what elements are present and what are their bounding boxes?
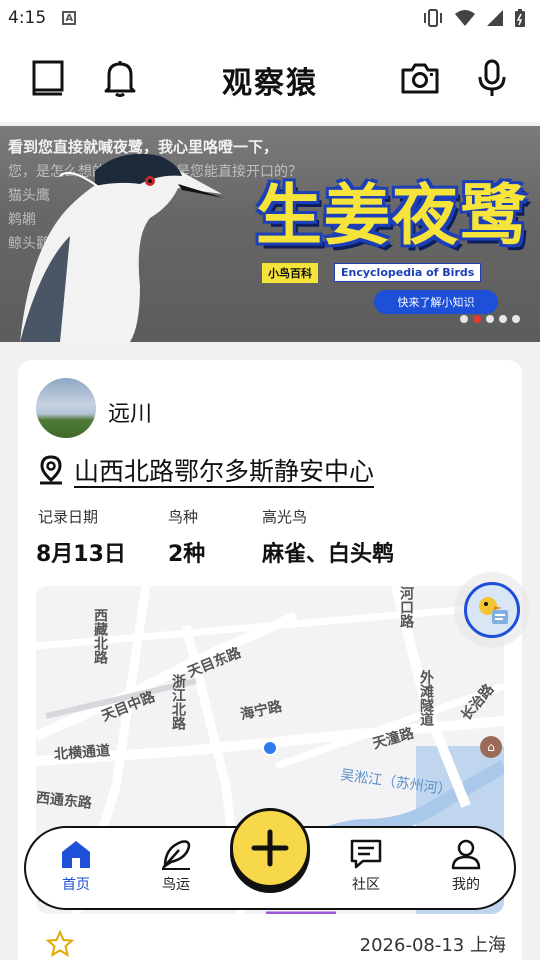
app-header: 观察猿 — [0, 36, 540, 122]
nav-birding-label: 鸟运 — [162, 877, 190, 893]
avatar[interactable] — [36, 378, 96, 438]
museum-poi-icon[interactable]: ⌂ — [480, 736, 502, 758]
banner-cta-button[interactable]: 快来了解小知识 — [374, 290, 498, 314]
nav-home-label: 首页 — [62, 877, 90, 893]
microphone-icon[interactable] — [470, 56, 514, 100]
add-record-button[interactable] — [230, 808, 310, 888]
battery-icon — [515, 9, 525, 27]
night-heron-illustration — [20, 153, 224, 342]
location-pin-icon — [40, 455, 62, 485]
banner-tag-cn: 小鸟百科 — [262, 263, 318, 283]
carousel-dot — [460, 315, 468, 323]
nav-community-label: 社区 — [352, 877, 380, 893]
nav-home[interactable]: 首页 — [36, 838, 116, 894]
banner-title: 生姜夜鹭 — [256, 177, 528, 254]
map-label-zhejiang: 浙江北路 — [170, 674, 186, 730]
current-location-marker — [262, 740, 278, 756]
signal-icon — [487, 10, 503, 26]
nav-profile[interactable]: 我的 — [426, 838, 506, 894]
status-bar: 4:15 A — [0, 0, 540, 36]
promo-banner[interactable]: 您，是怎么想的呢？夜鹭也是您能直接开口的？ 猫头鹰 鹈鹕 鲸头鹳 看到您直接就喊… — [0, 126, 540, 342]
nav-birding[interactable]: 鸟运 — [136, 838, 216, 894]
map-label-xizang: 西藏北路 — [92, 608, 108, 664]
feather-icon — [162, 840, 191, 870]
app-title: 观察猿 — [222, 66, 318, 101]
banner-tag-en: Encyclopedia of Birds — [334, 263, 482, 282]
record-date-location: 2026-08-13 上海 — [359, 935, 506, 956]
stat-label-highlight: 高光鸟 — [262, 508, 308, 526]
home-icon — [62, 841, 90, 868]
record-location[interactable]: 山西北路鄂尔多斯静安中心 — [38, 452, 374, 488]
vibrate-icon — [424, 9, 442, 27]
stat-value-highlight: 麻雀、白头鹎 — [262, 542, 395, 567]
carousel-dot — [512, 315, 520, 323]
star-icon[interactable] — [46, 930, 74, 958]
nav-community[interactable]: 社区 — [326, 838, 406, 894]
mascot-bird-icon — [479, 597, 508, 624]
map-label-beiheng: 北横通道 — [53, 743, 111, 763]
carousel-indicator — [460, 315, 520, 323]
carousel-dot — [499, 315, 507, 323]
stat-label-date: 记录日期 — [38, 508, 99, 526]
record-footer: 2026-08-13 上海 — [46, 930, 506, 958]
chat-icon — [350, 839, 382, 869]
stat-label-species: 鸟种 — [168, 508, 199, 526]
plus-icon — [251, 829, 289, 867]
notification-a-icon: A — [62, 11, 77, 25]
profile-icon — [451, 839, 481, 870]
map-label-hekou: 河口路 — [398, 586, 414, 628]
carousel-dot-active — [473, 315, 481, 323]
mascot-assistant-button[interactable] — [464, 582, 520, 638]
camera-icon[interactable] — [398, 56, 442, 100]
stat-value-species: 2种 — [168, 542, 206, 567]
wifi-icon — [455, 10, 475, 26]
stat-value-date: 8月13日 — [36, 542, 126, 567]
carousel-dot — [486, 315, 494, 323]
nav-profile-label: 我的 — [452, 877, 480, 893]
location-text: 山西北路鄂尔多斯静安中心 — [74, 457, 375, 486]
status-time: 4:15 — [8, 8, 47, 28]
map-label-waitan: 外滩隧道 — [418, 670, 434, 726]
username[interactable]: 远川 — [108, 396, 152, 428]
